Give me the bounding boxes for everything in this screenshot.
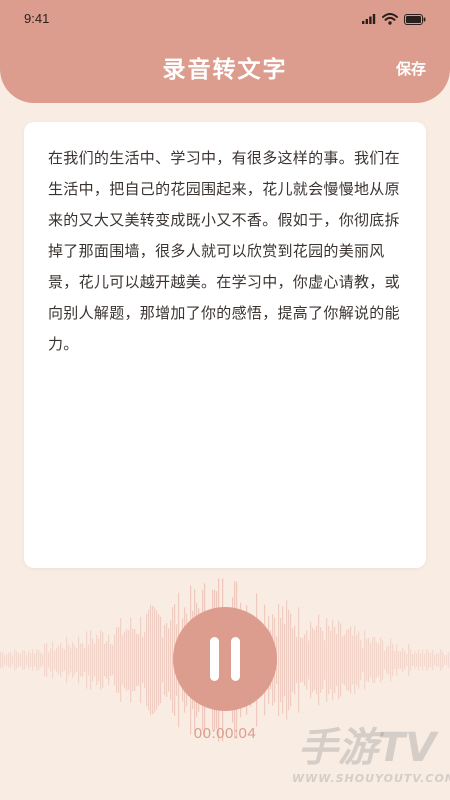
watermark-main: 手游TV [297, 725, 437, 771]
watermark-sub: WWW.SHOUYOUTV.COM [292, 772, 450, 785]
watermark-logo: 手游TV WWW.SHOUYOUTV.COM [292, 722, 450, 785]
signal-icon [362, 14, 376, 24]
transcript-text: 在我们的生活中、学习中，有很多这样的事。我们在生活中，把自己的花园围起来，花儿就… [48, 149, 400, 353]
save-button[interactable]: 保存 [396, 58, 426, 79]
battery-icon [404, 13, 426, 25]
pause-button[interactable] [173, 607, 277, 711]
status-time: 9:41 [24, 11, 50, 26]
page-title: 录音转文字 [162, 57, 288, 83]
status-icons [362, 13, 426, 25]
transcript-card: 在我们的生活中、学习中，有很多这样的事。我们在生活中，把自己的花园围起来，花儿就… [24, 122, 426, 568]
wifi-icon [382, 13, 398, 25]
app-header: 9:41 录音转文字 保存 [0, 0, 450, 103]
